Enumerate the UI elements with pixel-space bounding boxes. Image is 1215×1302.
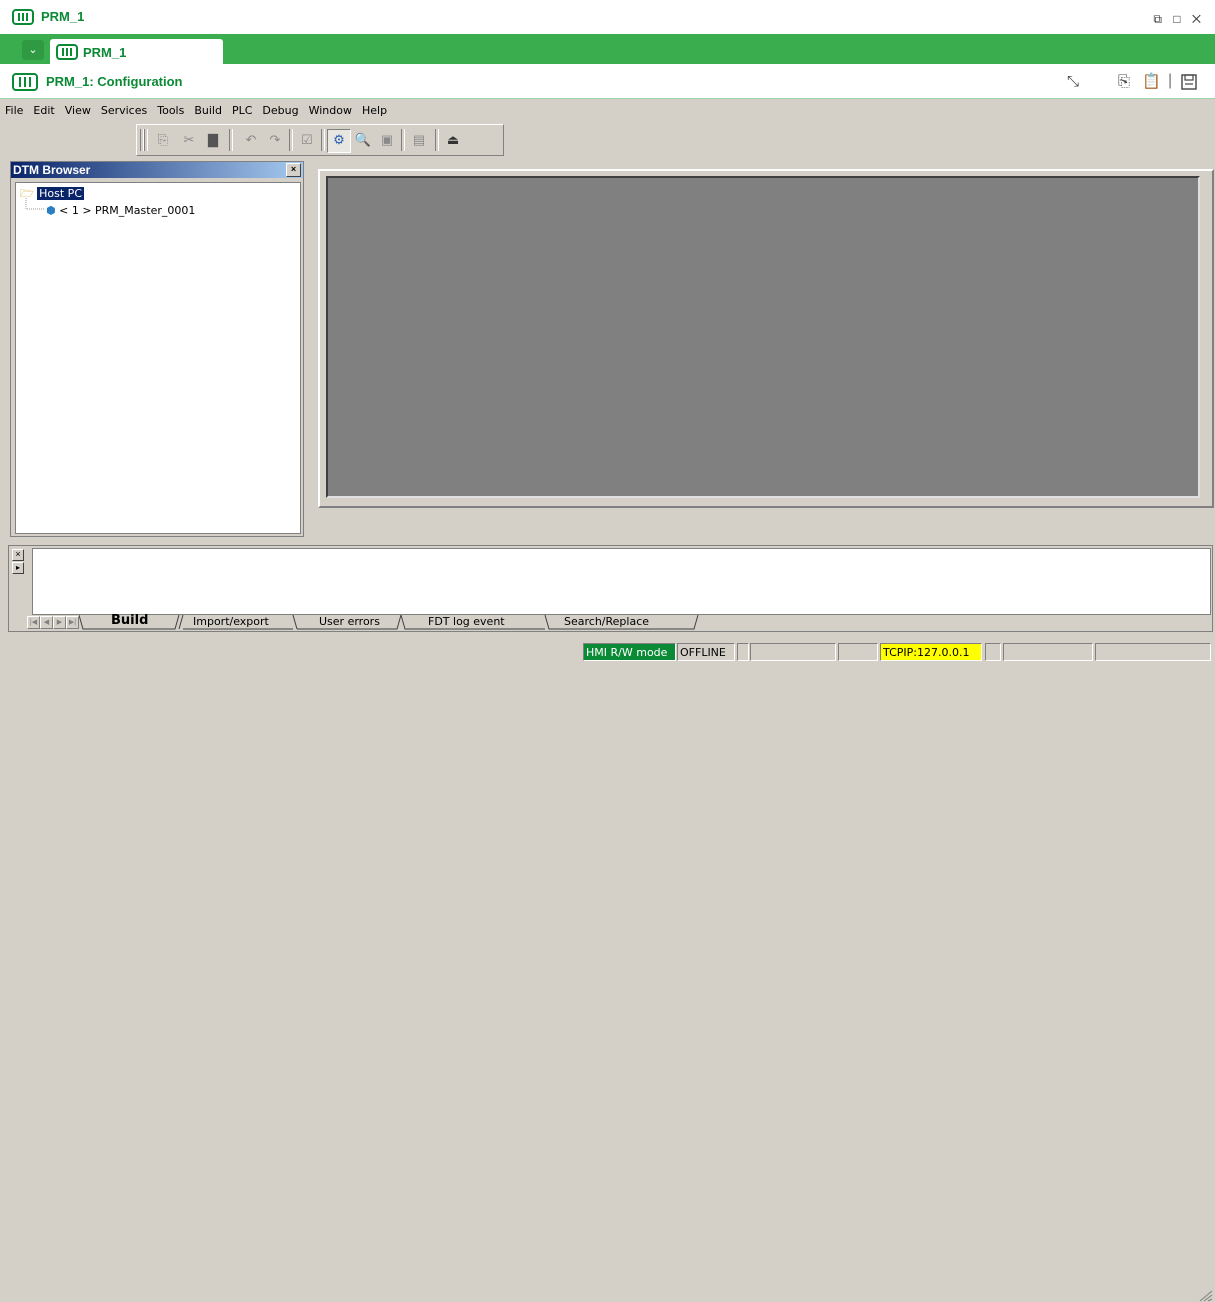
toolbar-grip[interactable] xyxy=(144,129,148,151)
chevron-down-icon[interactable]: ⌄ xyxy=(22,40,44,60)
menu-window[interactable]: Window xyxy=(304,100,357,117)
dtm-browser-title-bar: DTM Browser × xyxy=(11,162,303,178)
search-icon[interactable]: 🔍 xyxy=(353,130,373,150)
redo-icon[interactable]: ↷ xyxy=(265,130,285,150)
tab-import-export[interactable]: Import/export xyxy=(193,615,269,628)
dtm-browser-panel: DTM Browser × 🗁 Host PC ⬢ < 1 > PRM_Mast… xyxy=(10,161,304,537)
collapse-arrow-icon[interactable]: ⤡ xyxy=(1064,73,1082,91)
tree-node-prm-master[interactable]: ⬢ < 1 > PRM_Master_0001 xyxy=(46,204,195,217)
check-icon[interactable]: ☑ xyxy=(297,130,317,150)
paste-icon[interactable]: ▇ xyxy=(203,130,223,150)
app-logo-icon xyxy=(56,44,78,60)
status-connection: TCPIP:127.0.0.1 xyxy=(880,643,982,661)
status-cell xyxy=(985,643,1001,661)
app-logo-icon xyxy=(12,9,34,25)
menu-plc[interactable]: PLC xyxy=(227,100,257,117)
separator: | xyxy=(1168,72,1173,89)
export-icon[interactable]: ⏏ xyxy=(443,130,463,150)
menu-bar: File Edit View Services Tools Build PLC Debug Wi… xyxy=(0,100,1215,122)
tab-user-errors[interactable]: User errors xyxy=(319,615,380,628)
tab-prm-1[interactable]: PRM_1 xyxy=(50,39,223,64)
copy-icon[interactable]: ⎘ xyxy=(153,130,173,150)
resize-grip-icon[interactable] xyxy=(1199,1290,1213,1302)
menu-file[interactable]: File xyxy=(0,100,28,117)
maximize-icon[interactable]: □ xyxy=(1173,12,1184,26)
next-tab-icon[interactable]: ▶ xyxy=(53,616,66,629)
menu-build[interactable]: Build xyxy=(189,100,227,117)
save-icon[interactable] xyxy=(1180,73,1198,91)
status-bar: HMI R/W mode OFFLINE TCPIP:127.0.0.1 xyxy=(0,640,1215,1302)
menu-help[interactable]: Help xyxy=(357,100,392,117)
window-controls[interactable]: ⧉ □ ✕ xyxy=(1153,12,1205,27)
fdt-icon[interactable]: ▣ xyxy=(377,130,397,150)
menu-services[interactable]: Services xyxy=(96,100,152,117)
copy-icon[interactable]: ⎘ xyxy=(1115,73,1133,91)
main-canvas[interactable] xyxy=(326,176,1200,498)
menu-tools[interactable]: Tools xyxy=(152,100,189,117)
output-tab-row: |◀ ◀ ▶ ▶| Build Import/export User error… xyxy=(23,613,1211,630)
configuration-title: PRM_1: Configuration xyxy=(46,74,183,89)
window-title: PRM_1 xyxy=(41,9,85,24)
paste-icon[interactable]: 📋 xyxy=(1142,73,1161,91)
app-logo-icon xyxy=(12,73,38,91)
tab-fdt-log-event[interactable]: FDT log event xyxy=(428,615,505,628)
undo-icon[interactable]: ↶ xyxy=(241,130,261,150)
toolbar-separator xyxy=(289,129,293,151)
dtm-tree: 🗁 Host PC ⬢ < 1 > PRM_Master_0001 xyxy=(15,182,301,534)
status-cell xyxy=(1003,643,1093,661)
dtm-browser-title: DTM Browser xyxy=(13,163,91,177)
menu-debug[interactable]: Debug xyxy=(257,100,303,117)
toolbar-separator xyxy=(401,129,405,151)
menu-edit[interactable]: Edit xyxy=(28,100,59,117)
tree-node-label: < 1 > PRM_Master_0001 xyxy=(59,204,196,217)
output-text-area[interactable] xyxy=(32,548,1211,615)
toolbar-separator xyxy=(229,129,233,151)
last-tab-icon[interactable]: ▶| xyxy=(66,616,79,629)
close-icon[interactable]: × xyxy=(286,163,301,177)
status-mode: HMI R/W mode xyxy=(583,643,676,661)
tree-connector xyxy=(25,198,44,210)
close-icon[interactable]: ✕ xyxy=(1192,12,1205,26)
app-title-bar: PRM_1 ⧉ □ ✕ xyxy=(0,0,1215,35)
pin-icon[interactable]: ▸ xyxy=(12,562,24,574)
first-tab-icon[interactable]: |◀ xyxy=(27,616,40,629)
status-cell xyxy=(1095,643,1211,661)
status-cell xyxy=(750,643,836,661)
prev-tab-icon[interactable]: ◀ xyxy=(40,616,53,629)
restore-icon[interactable]: ⧉ xyxy=(1153,12,1166,26)
tab-label: PRM_1 xyxy=(83,45,127,60)
output-panel: × ▸ |◀ ◀ ▶ ▶| Build Import/export User e… xyxy=(8,545,1213,632)
toolbar-separator xyxy=(435,129,439,151)
close-icon[interactable]: × xyxy=(12,549,24,561)
tab-search-replace[interactable]: Search/Replace xyxy=(564,615,649,628)
toolbar: ⎘ ✂ ▇ ↶ ↷ ☑ ⚙ 🔍 ▣ ▤ ⏏ xyxy=(136,124,504,156)
tab-build[interactable]: Build xyxy=(111,613,148,628)
status-online-state: OFFLINE xyxy=(677,643,735,661)
toolbar-separator xyxy=(321,129,325,151)
status-cell xyxy=(737,643,749,661)
status-cell xyxy=(838,643,878,661)
dtm-config-icon[interactable]: ⚙ xyxy=(327,129,351,153)
configuration-header: PRM_1: Configuration ⤡ ⎘ 📋 | xyxy=(0,64,1215,99)
cut-icon[interactable]: ✂ xyxy=(179,130,199,150)
menu-view[interactable]: View xyxy=(60,100,96,117)
network-device-icon: ⬢ xyxy=(46,204,56,217)
list-icon[interactable]: ▤ xyxy=(409,130,429,150)
